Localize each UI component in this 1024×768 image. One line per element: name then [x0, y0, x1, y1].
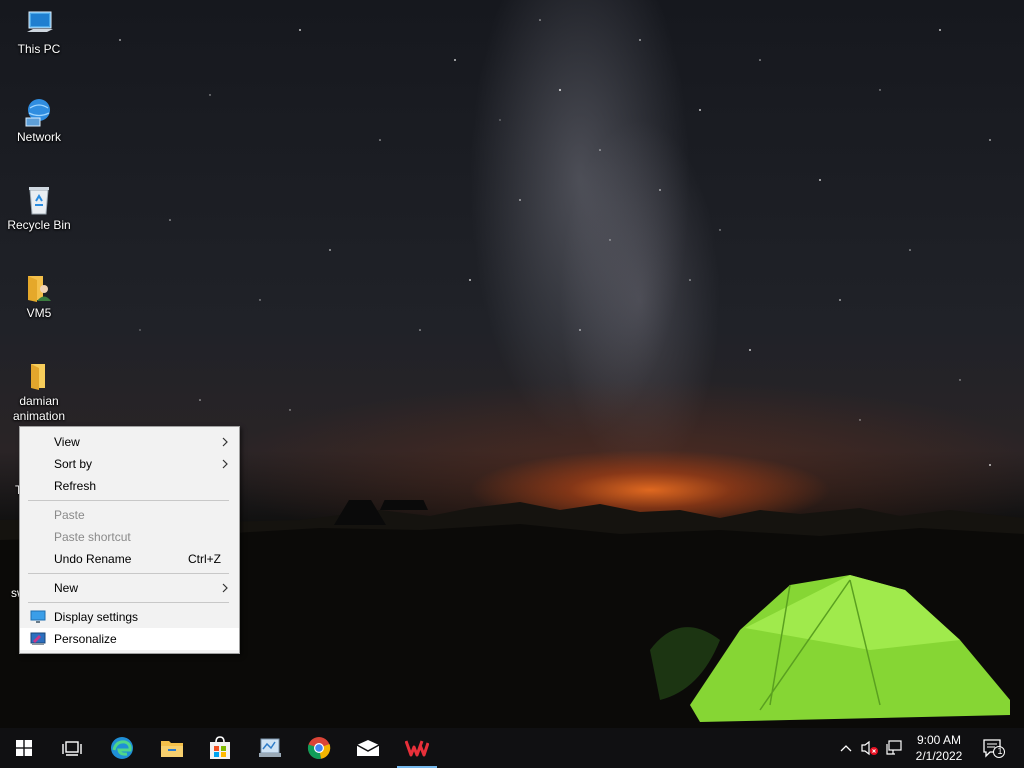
menu-separator [28, 500, 229, 501]
desktop-icon-label: This PC [17, 42, 61, 56]
menu-item-label: Undo Rename [54, 552, 132, 566]
menu-item-personalize[interactable]: Personalize [20, 628, 239, 650]
store-icon [210, 736, 230, 759]
control-panel-button[interactable] [246, 728, 294, 768]
desktop-icon-vm5[interactable]: VM5 [1, 272, 77, 321]
desktop-icon-label: VM5 [26, 306, 52, 320]
control-panel-icon [259, 738, 281, 757]
task-view-icon [62, 741, 82, 756]
chevron-right-icon [222, 583, 228, 593]
menu-separator [28, 573, 229, 574]
file-explorer-button[interactable] [148, 728, 196, 768]
notification-count-badge: 1 [997, 746, 1003, 756]
menu-item-label: Sort by [54, 457, 93, 471]
store-button[interactable] [196, 728, 244, 768]
menu-item-paste[interactable]: Paste [20, 504, 239, 526]
desktop-icon-label: Network [16, 130, 61, 144]
recycle-bin-icon [29, 187, 49, 215]
menu-item-label: View [54, 435, 80, 449]
wps-office-button[interactable] [393, 728, 441, 768]
folder-icon [31, 364, 45, 390]
taskbar: 9:00 AM 2/1/2022 1 [0, 728, 1024, 768]
mail-icon [356, 740, 380, 756]
edge-icon [111, 737, 133, 759]
clock-time: 9:00 AM [916, 733, 962, 747]
user-folder-icon [28, 276, 51, 302]
menu-item-paste-shortcut[interactable]: Paste shortcut [20, 526, 239, 548]
menu-item-shortcut: Ctrl+Z [188, 552, 221, 566]
menu-item-sort-by[interactable]: Sort by [20, 453, 239, 475]
chrome-icon [307, 737, 331, 759]
desktop-icon-network[interactable]: Network [1, 96, 77, 145]
menu-item-label: Personalize [54, 632, 117, 646]
display-settings-icon [30, 610, 46, 623]
menu-item-label: Paste [54, 508, 85, 522]
menu-item-new[interactable]: New [20, 577, 239, 599]
chrome-button[interactable] [295, 728, 343, 768]
edge-button[interactable] [98, 728, 146, 768]
volume-muted-icon [861, 740, 878, 756]
desktop-context-menu: View Sort by Refresh Paste Paste shortcu… [19, 426, 240, 654]
action-center-button[interactable]: 1 [982, 739, 1006, 758]
network-status-icon [886, 740, 902, 755]
menu-item-display-settings[interactable]: Display settings [20, 606, 239, 628]
show-hidden-icons-button[interactable] [837, 739, 855, 757]
menu-item-label: Refresh [54, 479, 97, 493]
desktop-icon-recycle-bin[interactable]: Recycle Bin [1, 184, 77, 233]
network-icon [25, 99, 50, 127]
volume-button[interactable] [860, 739, 878, 757]
menu-separator [28, 602, 229, 603]
this-pc-icon [27, 11, 53, 32]
file-explorer-icon [161, 741, 183, 757]
network-button[interactable] [885, 739, 903, 757]
menu-item-view[interactable]: View [20, 431, 239, 453]
desktop-icon-label: Recycle Bin [7, 218, 71, 232]
mail-button[interactable] [344, 728, 392, 768]
desktop-icon-label: damian animation [12, 394, 66, 423]
taskbar-clock[interactable]: 9:00 AM 2/1/2022 [906, 732, 972, 764]
menu-item-label: Display settings [54, 610, 139, 624]
clock-date: 2/1/2022 [915, 749, 963, 763]
menu-item-undo-rename[interactable]: Undo Rename Ctrl+Z [20, 548, 239, 570]
chevron-right-icon [222, 437, 228, 447]
task-view-button[interactable] [48, 728, 96, 768]
desktop-icon-damian-animation[interactable]: damian animation [1, 360, 77, 424]
chevron-up-icon [840, 745, 852, 752]
chevron-right-icon [222, 459, 228, 469]
desktop-icon-this-pc[interactable]: This PC [1, 8, 77, 57]
personalize-icon [30, 632, 46, 645]
menu-item-label: Paste shortcut [54, 530, 131, 544]
menu-item-label: New [54, 581, 79, 595]
start-button[interactable] [0, 728, 48, 768]
menu-item-refresh[interactable]: Refresh [20, 475, 239, 497]
wps-office-icon [405, 740, 429, 757]
windows-logo-icon [16, 740, 32, 756]
